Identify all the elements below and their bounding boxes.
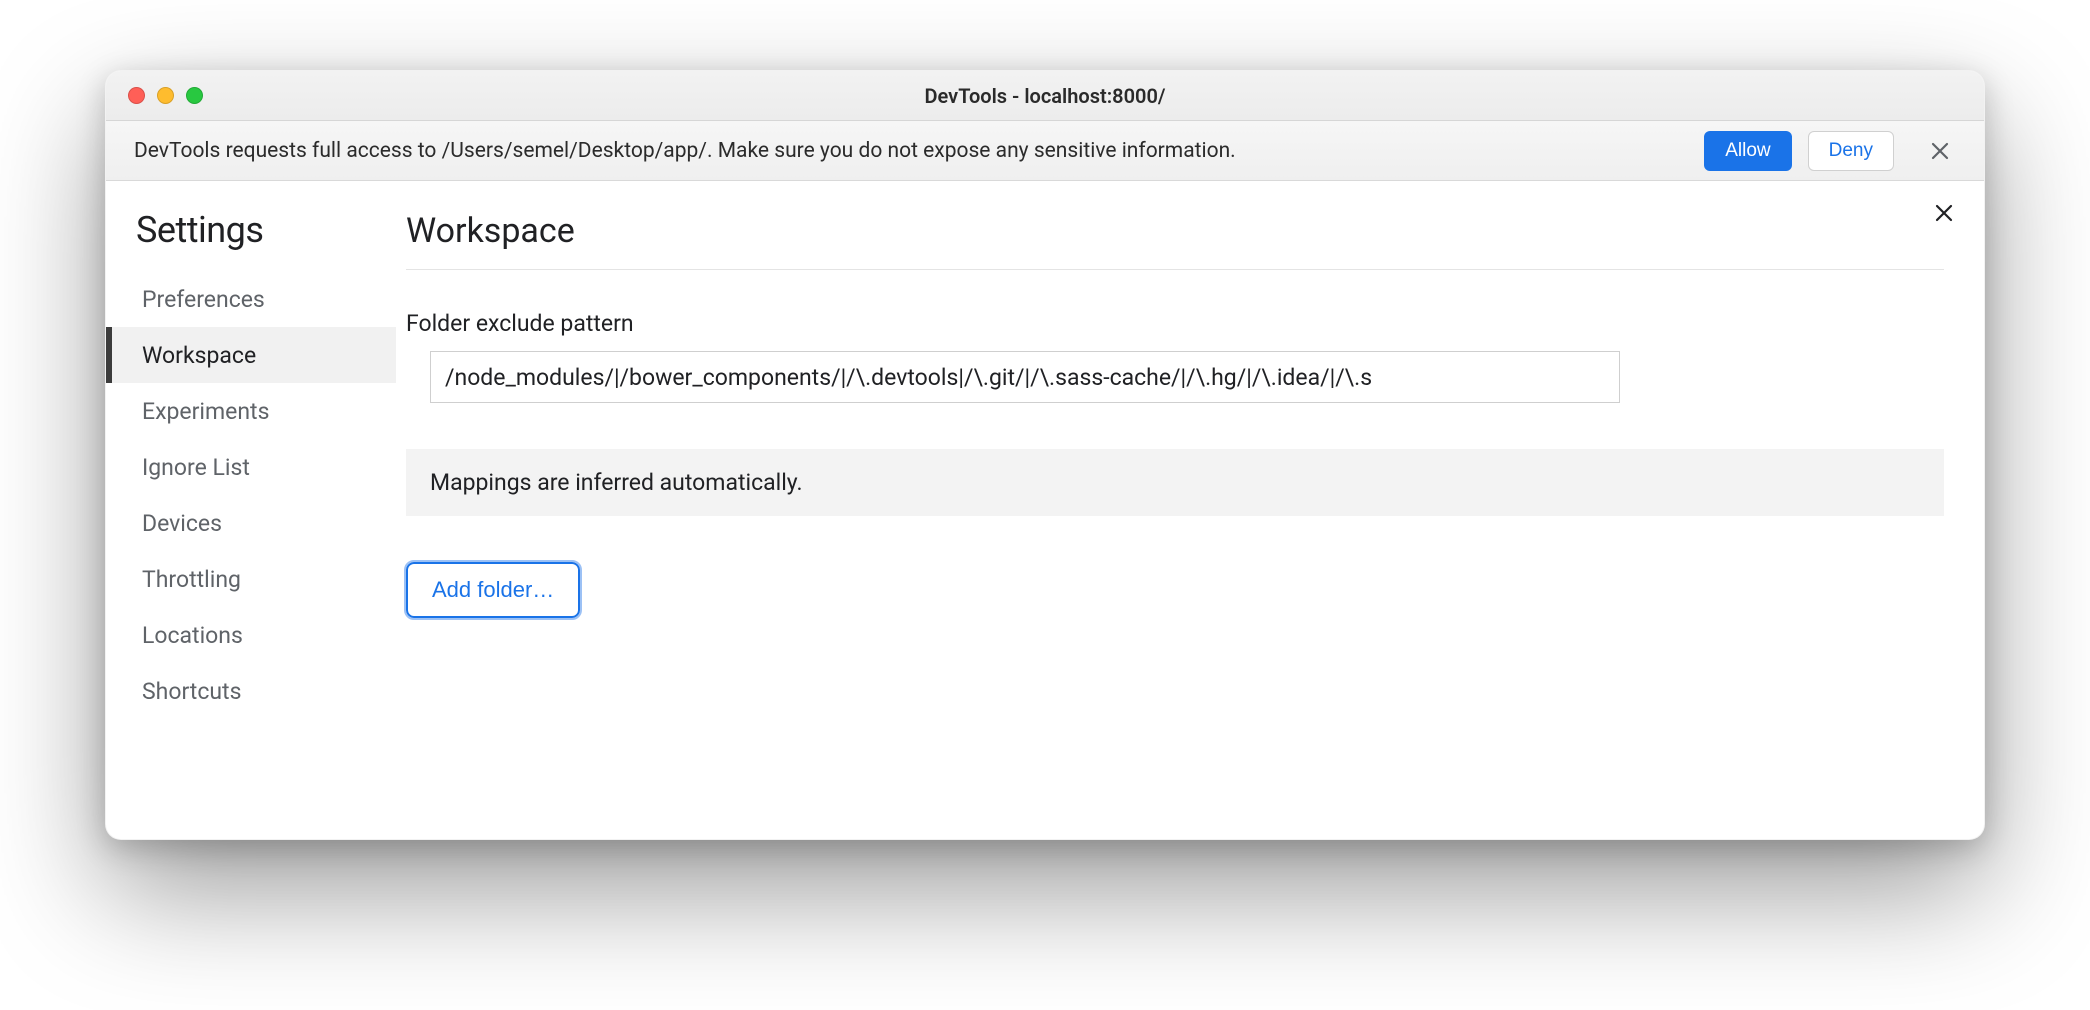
deny-button[interactable]: Deny <box>1808 131 1894 171</box>
sidebar-item-label: Shortcuts <box>142 678 241 705</box>
sidebar-item-locations[interactable]: Locations <box>106 607 396 663</box>
sidebar-item-label: Ignore List <box>142 454 250 481</box>
permission-message: DevTools requests full access to /Users/… <box>134 139 1688 163</box>
sidebar-item-experiments[interactable]: Experiments <box>106 383 396 439</box>
titlebar: DevTools - localhost:8000/ <box>106 71 1984 121</box>
page-title: Workspace <box>406 211 1944 270</box>
sidebar-item-label: Locations <box>142 622 243 649</box>
sidebar-item-label: Throttling <box>142 566 241 593</box>
sidebar-item-shortcuts[interactable]: Shortcuts <box>106 663 396 719</box>
exclude-pattern-label: Folder exclude pattern <box>406 310 1944 337</box>
settings-close-icon[interactable] <box>1926 195 1962 231</box>
settings-sidebar: Settings Preferences Workspace Experimen… <box>106 181 396 839</box>
sidebar-item-label: Workspace <box>142 342 256 369</box>
sidebar-item-throttling[interactable]: Throttling <box>106 551 396 607</box>
traffic-lights <box>106 87 203 104</box>
window-minimize-button[interactable] <box>157 87 174 104</box>
window-zoom-button[interactable] <box>186 87 203 104</box>
add-folder-button[interactable]: Add folder… <box>406 562 580 618</box>
sidebar-item-devices[interactable]: Devices <box>106 495 396 551</box>
sidebar-item-label: Experiments <box>142 398 269 425</box>
allow-button[interactable]: Allow <box>1704 131 1791 171</box>
sidebar-item-ignore-list[interactable]: Ignore List <box>106 439 396 495</box>
exclude-pattern-input[interactable] <box>430 351 1620 403</box>
sidebar-item-workspace[interactable]: Workspace <box>106 327 396 383</box>
permission-infobar: DevTools requests full access to /Users/… <box>106 121 1984 181</box>
sidebar-item-preferences[interactable]: Preferences <box>106 271 396 327</box>
mappings-note: Mappings are inferred automatically. <box>406 449 1944 516</box>
sidebar-item-label: Devices <box>142 510 222 537</box>
settings-main: Workspace Folder exclude pattern Mapping… <box>396 181 1984 839</box>
settings-panel: Settings Preferences Workspace Experimen… <box>106 181 1984 839</box>
window-close-button[interactable] <box>128 87 145 104</box>
sidebar-item-label: Preferences <box>142 286 265 313</box>
settings-title: Settings <box>106 209 396 271</box>
window-title: DevTools - localhost:8000/ <box>106 84 1984 108</box>
infobar-close-icon[interactable] <box>1920 131 1960 171</box>
devtools-window: DevTools - localhost:8000/ DevTools requ… <box>105 70 1985 840</box>
